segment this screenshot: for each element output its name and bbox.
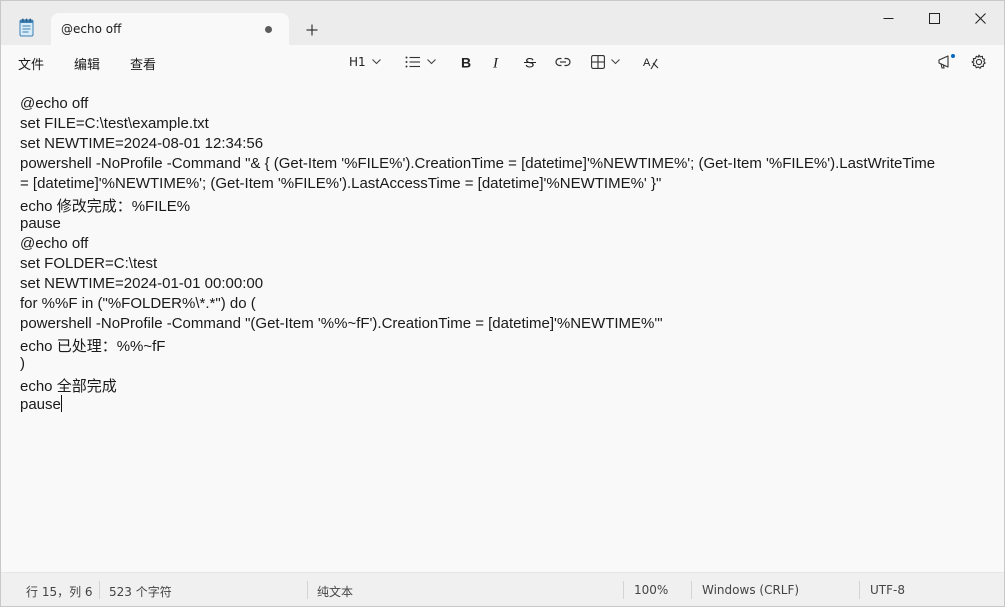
link-icon — [555, 57, 571, 67]
line-ending[interactable]: Windows (CRLF) — [702, 583, 799, 597]
bulleted-list-icon — [405, 56, 420, 68]
tab-title: @echo off — [61, 22, 122, 36]
list-dropdown[interactable] — [405, 52, 436, 72]
character-count: 523 个字符 — [109, 585, 172, 599]
svg-text:I: I — [492, 56, 499, 70]
megaphone-icon — [938, 54, 955, 69]
editor-line: powershell -NoProfile -Command "(Get-Ite… — [20, 315, 663, 332]
status-divider — [99, 581, 100, 599]
notepad-window: @echo off 文件 编辑 查看 H1 B I S A @echo off … — [0, 0, 1005, 607]
close-icon — [974, 12, 986, 24]
status-divider — [859, 581, 860, 599]
editor-last-line: pause — [20, 395, 62, 413]
editor-line: @echo off — [20, 235, 89, 252]
bold-icon: B — [461, 55, 471, 69]
menu-file[interactable]: 文件 — [18, 54, 44, 73]
editor-line-text: pause — [20, 396, 61, 413]
editor-line: pause — [20, 215, 61, 232]
menu-view[interactable]: 查看 — [130, 54, 156, 73]
editor-line: set NEWTIME=2024-01-01 00:00:00 — [20, 275, 264, 292]
menu-edit[interactable]: 编辑 — [74, 54, 100, 73]
close-button[interactable] — [957, 1, 1003, 35]
menu-bar: 文件 编辑 查看 H1 B I S A — [1, 45, 1004, 79]
maximize-icon — [928, 12, 940, 24]
text-cursor — [60, 395, 62, 412]
clear-formatting-button[interactable]: A — [643, 52, 659, 72]
minimize-button[interactable] — [865, 1, 911, 35]
heading-dropdown[interactable]: H1 — [349, 52, 381, 72]
editor-line: set FOLDER=C:\test — [20, 255, 158, 272]
table-icon — [591, 55, 605, 69]
chevron-down-icon — [427, 59, 436, 65]
editor-line: set FILE=C:\test\example.txt — [20, 115, 209, 132]
title-bar: @echo off — [1, 1, 1004, 45]
editor-line: echo 修改完成：%FILE% — [20, 198, 191, 215]
cursor-position: 行 15，列 6 — [26, 585, 93, 599]
bold-button[interactable]: B — [460, 52, 472, 72]
gear-icon — [971, 54, 986, 69]
strikethrough-icon: S — [524, 55, 536, 69]
chevron-down-icon — [371, 59, 381, 65]
zoom-level[interactable]: 100% — [634, 583, 668, 597]
svg-text:B: B — [461, 55, 471, 69]
table-dropdown[interactable] — [591, 52, 620, 72]
italic-icon: I — [492, 56, 499, 70]
minimize-icon — [883, 17, 893, 19]
notepad-app-icon — [19, 18, 34, 37]
status-divider — [691, 581, 692, 599]
maximize-button[interactable] — [911, 1, 957, 35]
editor-line: = [datetime]'%NEWTIME%'; (Get-Item '%FIL… — [20, 175, 662, 192]
editor-line: for %%F in ("%FOLDER%\*.*") do ( — [20, 295, 256, 312]
chevron-down-icon — [611, 59, 620, 65]
heading-label: H1 — [349, 55, 366, 69]
editor-line: powershell -NoProfile -Command "& { (Get… — [20, 155, 936, 172]
editor-line: echo 全部完成 — [20, 378, 117, 395]
editor-line: echo 已处理：%%~fF — [20, 338, 166, 355]
tab-echo-off[interactable]: @echo off — [51, 13, 289, 45]
status-divider — [623, 581, 624, 599]
svg-text:A: A — [643, 57, 651, 69]
editor-line: ) — [20, 355, 25, 372]
link-button[interactable] — [555, 52, 571, 72]
settings-button[interactable] — [971, 52, 987, 72]
status-divider — [307, 581, 308, 599]
encoding[interactable]: UTF-8 — [870, 583, 905, 597]
unsaved-dot-icon[interactable] — [265, 26, 272, 33]
new-tab-button[interactable] — [301, 19, 323, 41]
format-mode[interactable]: 纯文本 — [317, 583, 353, 600]
plus-icon — [306, 24, 318, 36]
editor-line: set NEWTIME=2024-08-01 12:34:56 — [20, 135, 264, 152]
editor-line: @echo off — [20, 95, 89, 112]
strikethrough-button[interactable]: S — [524, 52, 537, 72]
clear-formatting-icon: A — [643, 57, 659, 69]
italic-button[interactable]: I — [492, 52, 504, 72]
whats-new-button[interactable] — [937, 52, 955, 72]
status-bar: 行 15，列 6 523 个字符 纯文本 100% Windows (CRLF)… — [1, 572, 1004, 606]
text-editor[interactable]: @echo off set FILE=C:\test\example.txt s… — [1, 79, 1004, 573]
